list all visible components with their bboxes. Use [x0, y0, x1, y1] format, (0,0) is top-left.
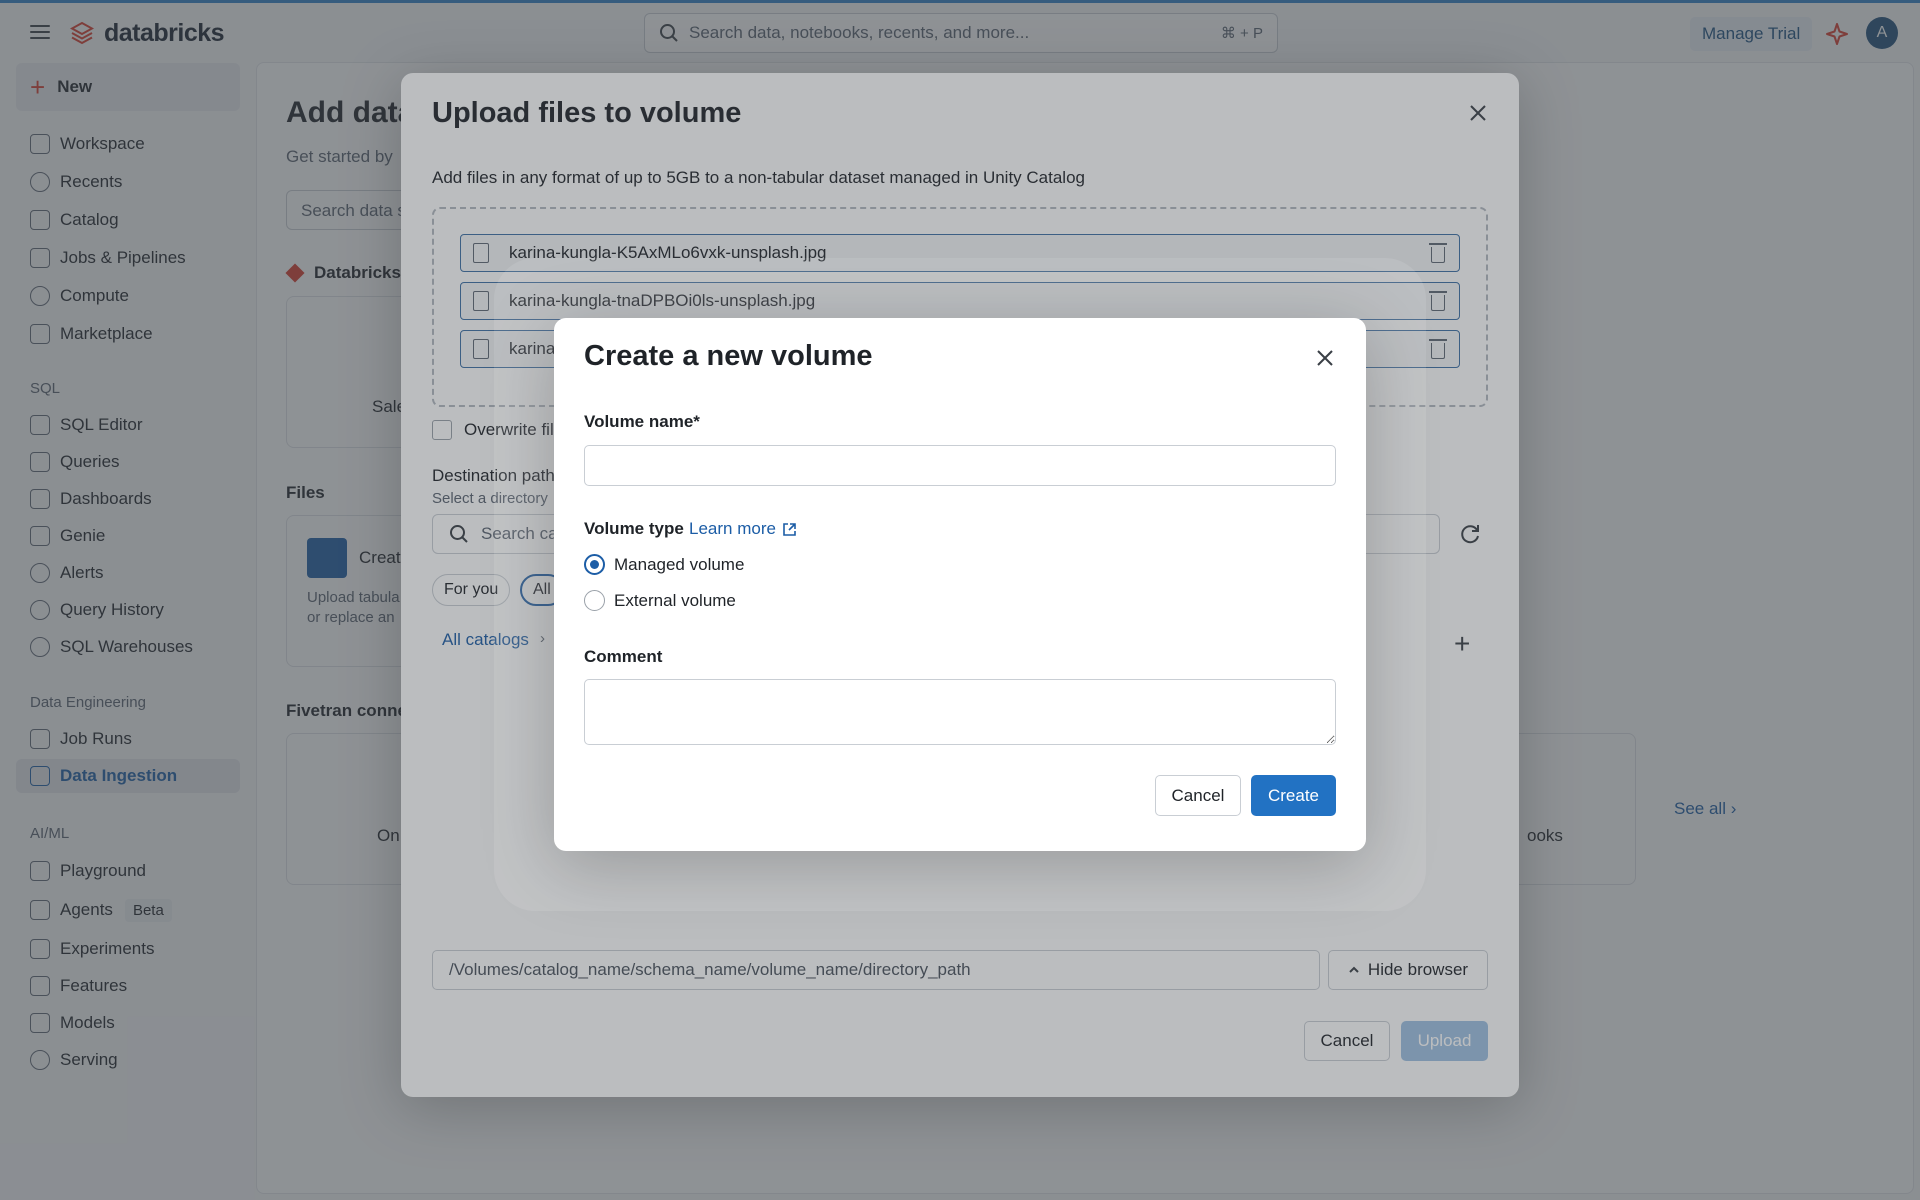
close-icon[interactable]	[1313, 346, 1337, 370]
volume-name-input[interactable]	[584, 445, 1336, 486]
learn-more-label: Learn more	[689, 519, 776, 538]
modal-title: Create a new volume	[584, 340, 873, 372]
radio-label: Managed volume	[614, 554, 745, 574]
learn-more-link[interactable]: Learn more	[689, 519, 797, 539]
external-volume-option[interactable]: External volume	[584, 590, 736, 611]
create-button[interactable]: Create	[1251, 775, 1336, 816]
volume-name-label: Volume name*	[584, 412, 700, 431]
comment-textarea[interactable]	[584, 679, 1336, 745]
radio-label: External volume	[614, 590, 736, 610]
managed-volume-radio[interactable]	[584, 554, 605, 575]
volume-type-label: Volume type	[584, 519, 684, 538]
cancel-button[interactable]: Cancel	[1155, 775, 1241, 816]
external-link-icon	[783, 522, 796, 536]
managed-volume-option[interactable]: Managed volume	[584, 554, 744, 575]
create-volume-modal	[554, 318, 1366, 851]
external-volume-radio[interactable]	[584, 590, 605, 611]
comment-label: Comment	[584, 647, 663, 666]
